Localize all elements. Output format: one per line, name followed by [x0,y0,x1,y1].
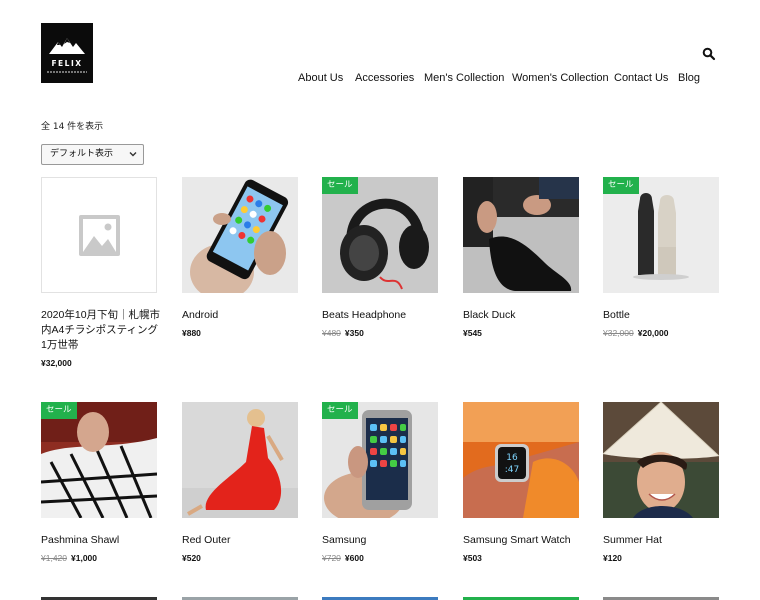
product-card[interactable]: Black Duck ¥545 [463,177,579,338]
product-title[interactable]: Summer Hat [603,533,723,548]
product-image[interactable]: セール [322,402,438,518]
nav-contact-us[interactable]: Contact Us [614,70,668,86]
price-current: ¥20,000 [637,328,669,338]
product-title[interactable]: Samsung [322,533,442,548]
shawl-image [41,402,157,518]
product-title[interactable]: 2020年10月下旬｜札幌市内A4チラシポスティング1万世帯 [41,308,161,353]
product-price: ¥520 [182,553,201,563]
price-current: ¥32,000 [41,358,72,368]
price-current: ¥1,000 [71,553,97,563]
main-nav: About Us Accessories Men's Collection Wo… [0,70,760,86]
price-current: ¥120 [603,553,622,563]
nav-blog[interactable]: Blog [678,70,700,86]
product-price: ¥720 ¥600 [322,553,364,563]
product-image[interactable] [603,402,719,518]
smart-watch-image: 16 :47 [463,402,579,518]
product-image[interactable] [182,402,298,518]
product-price: ¥1,420 ¥1,000 [41,553,97,563]
product-card[interactable]: 2020年10月下旬｜札幌市内A4チラシポスティング1万世帯 ¥32,000 [41,177,160,368]
price-current: ¥350 [344,328,364,338]
svg-text:16: 16 [506,453,518,463]
product-card[interactable]: Summer Hat ¥120 [603,402,719,563]
search-icon[interactable] [702,47,716,61]
price-original: ¥1,420 [41,553,67,563]
shoe-image [463,177,579,293]
sort-select[interactable]: デフォルト表示 [41,144,144,165]
product-price: ¥545 [463,328,482,338]
price-current: ¥880 [182,328,201,338]
product-price: ¥503 [463,553,482,563]
image-placeholder-icon [42,178,156,292]
sale-badge: セール [603,177,639,194]
price-current: ¥600 [344,553,364,563]
product-image[interactable]: セール [41,402,157,518]
result-count: 全 14 件を表示 [41,122,104,132]
product-image[interactable] [463,177,579,293]
nav-accessories[interactable]: Accessories [355,70,414,86]
product-title[interactable]: Android [182,308,302,323]
mountain-logo-icon [49,38,85,54]
price-current: ¥503 [463,553,482,563]
price-original: ¥480 [322,328,341,338]
product-image[interactable]: セール [322,177,438,293]
logo-text: FELIX [51,59,83,68]
sale-badge: セール [322,177,358,194]
product-title[interactable]: Red Outer [182,533,302,548]
product-card[interactable]: 16 :47 Samsung Smart Watch ¥503 [463,402,579,563]
sort-selected-value: デフォルト表示 [50,149,114,159]
product-title[interactable]: Beats Headphone [322,308,442,323]
product-title[interactable]: Black Duck [463,308,583,323]
nav-womens-collection[interactable]: Women's Collection [512,70,609,86]
bottle-image [603,177,719,293]
svg-text::47: :47 [505,465,519,475]
product-title[interactable]: Samsung Smart Watch [463,533,583,548]
product-card[interactable]: セール Bottle ¥32,000 ¥20,000 [603,177,719,338]
chevron-down-icon [129,152,137,157]
product-card[interactable]: Red Outer ¥520 [182,402,298,563]
summer-hat-image [603,402,719,518]
product-image[interactable] [182,177,298,293]
product-price: ¥120 [603,553,622,563]
price-original: ¥720 [322,553,341,563]
android-phone-image [182,177,298,293]
product-image[interactable] [41,177,157,293]
product-price: ¥480 ¥350 [322,328,364,338]
product-card[interactable]: セール Samsung ¥720 ¥600 [322,402,438,563]
price-original: ¥32,000 [603,328,634,338]
nav-mens-collection[interactable]: Men's Collection [424,70,504,86]
headphone-image [322,177,438,293]
product-image[interactable]: 16 :47 [463,402,579,518]
product-price: ¥32,000 ¥20,000 [603,328,668,338]
product-title[interactable]: Pashmina Shawl [41,533,161,548]
product-price: ¥32,000 [41,358,72,368]
product-card[interactable]: Android ¥880 [182,177,298,338]
product-card[interactable]: セール Beats Headphone ¥480 ¥350 [322,177,438,338]
sale-badge: セール [41,402,77,419]
product-image[interactable]: セール [603,177,719,293]
price-current: ¥520 [182,553,201,563]
product-title[interactable]: Bottle [603,308,723,323]
price-current: ¥545 [463,328,482,338]
nav-about-us[interactable]: About Us [298,70,343,86]
samsung-phone-image [322,402,438,518]
product-card[interactable]: セール Pashmina Shawl ¥1,420 ¥1,000 [41,402,157,563]
product-price: ¥880 [182,328,201,338]
sale-badge: セール [322,402,358,419]
red-dress-image [182,402,298,518]
